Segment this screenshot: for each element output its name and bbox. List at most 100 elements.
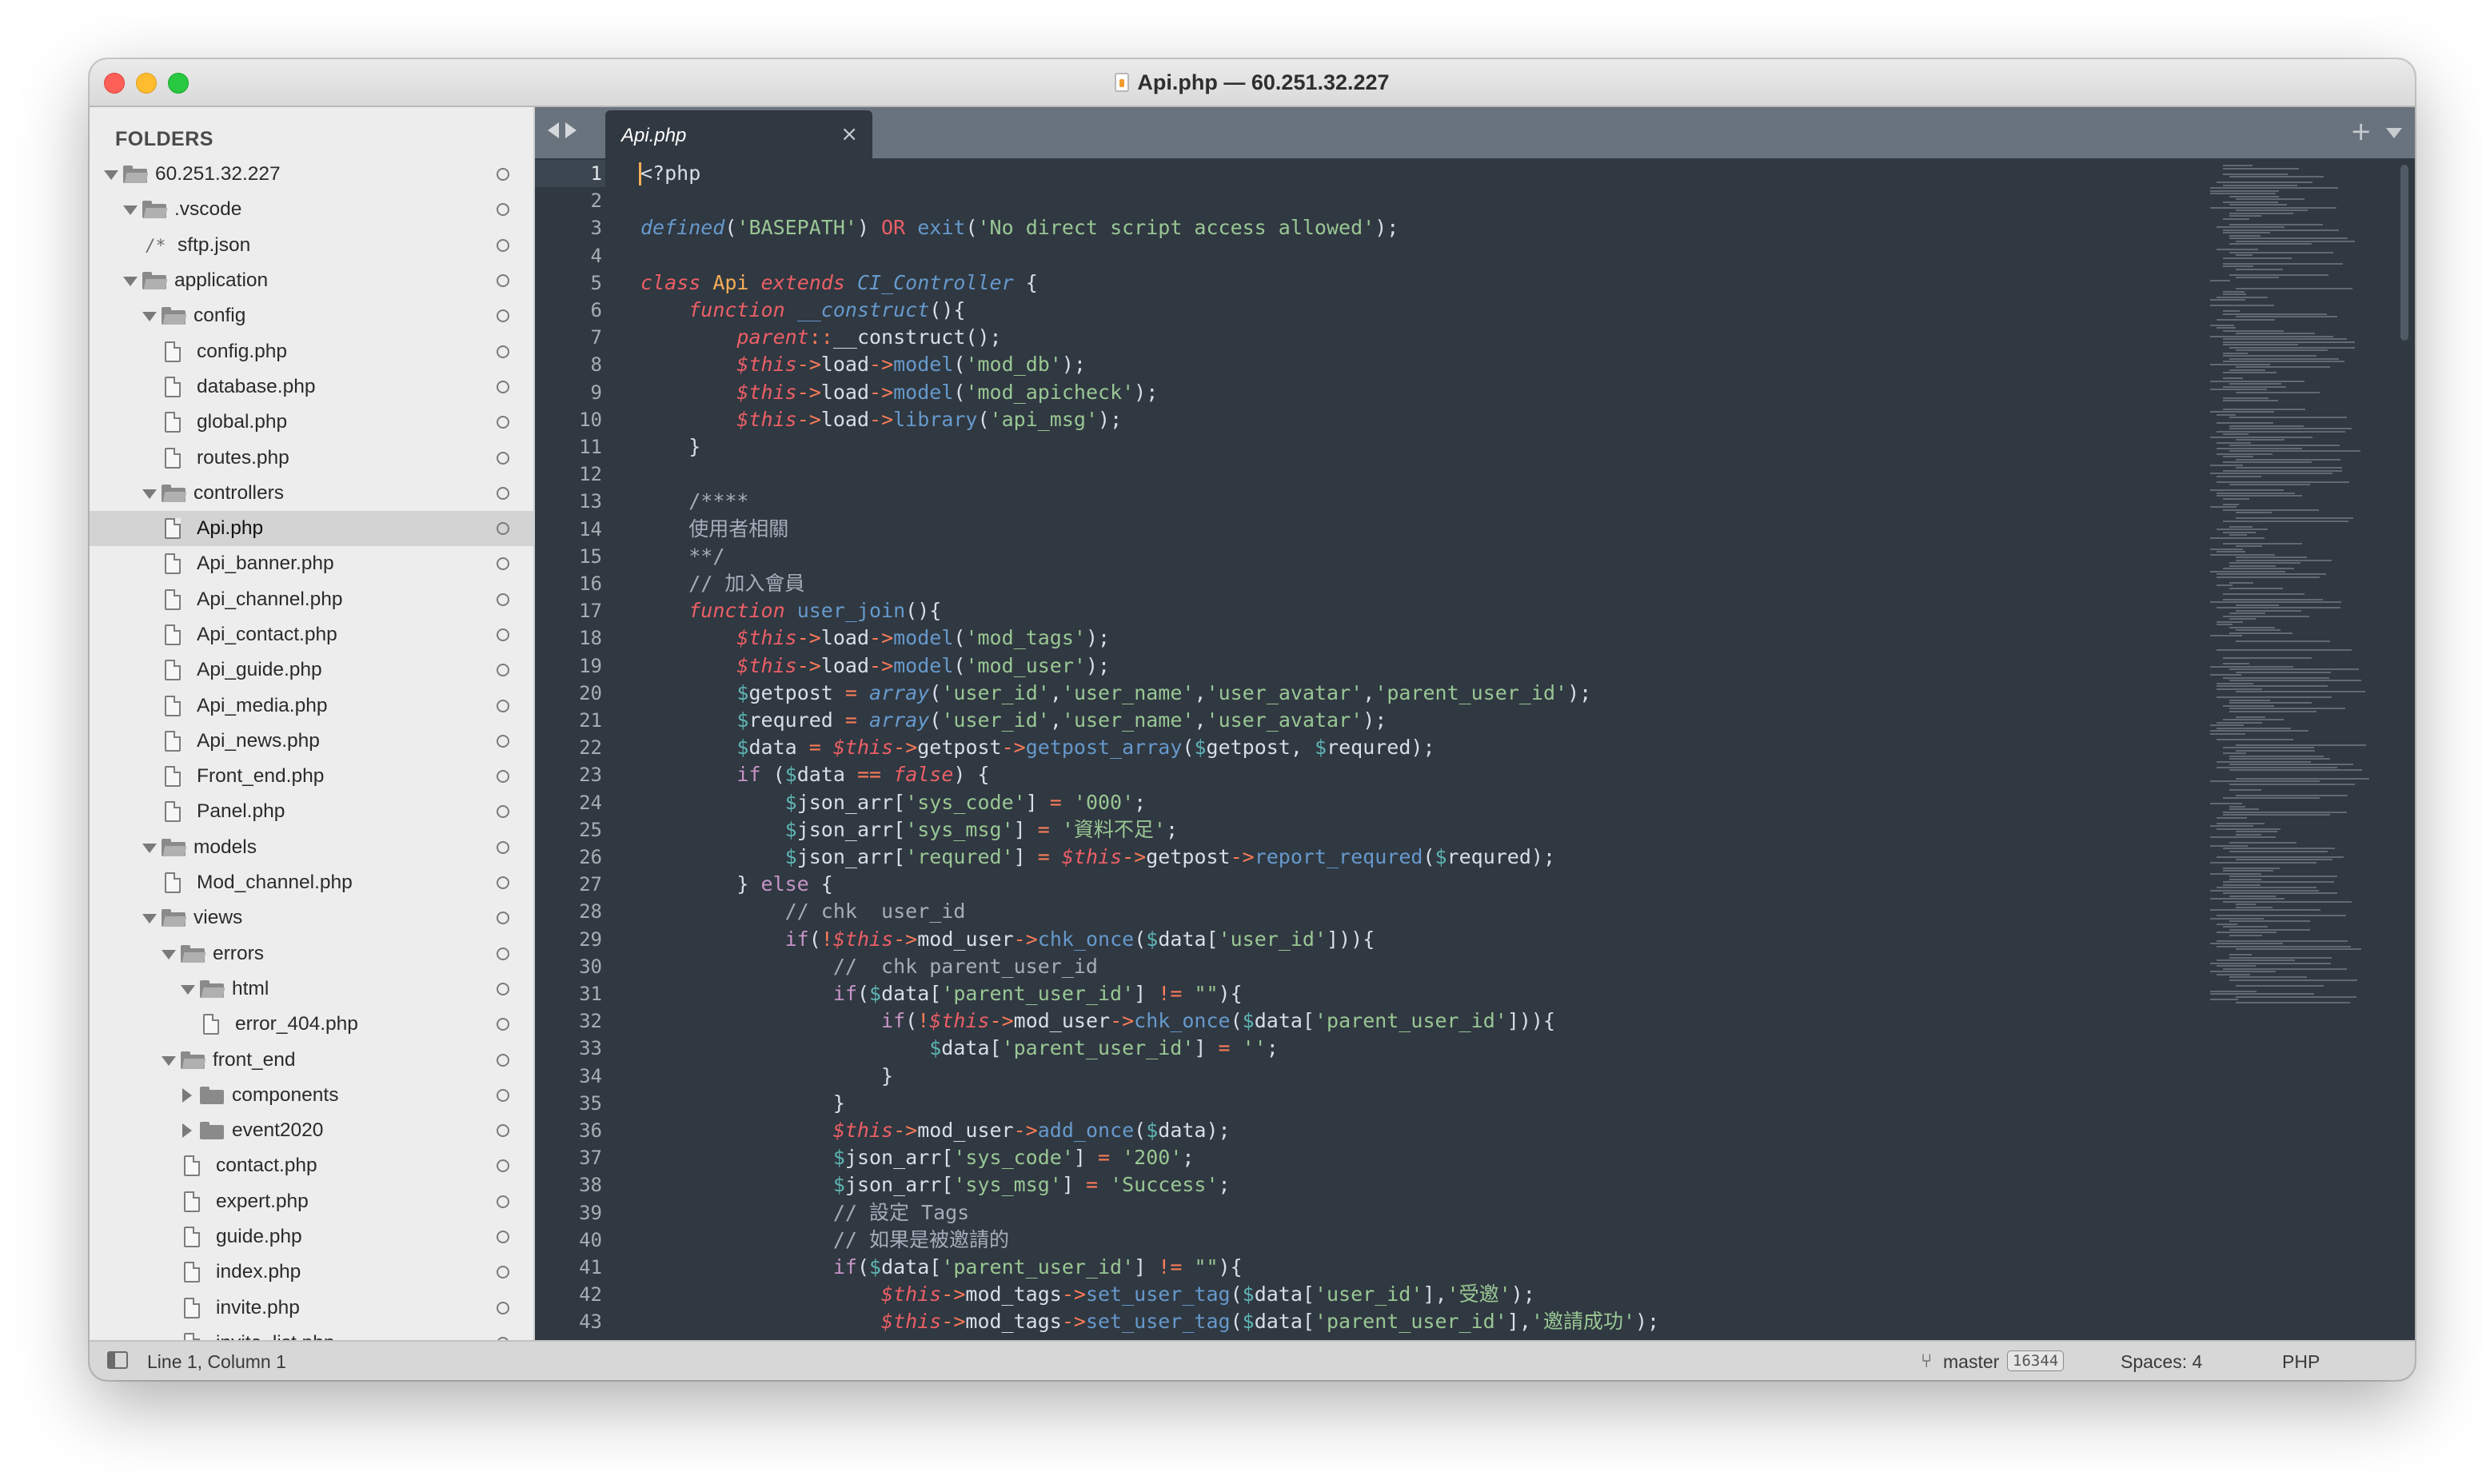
code-line[interactable]: 42 $this->mod_tags->set_user_tag($data['… bbox=[535, 1281, 2294, 1308]
code-line[interactable]: 43 $this->mod_tags->set_user_tag($data['… bbox=[535, 1308, 2294, 1335]
file-item[interactable]: index.php bbox=[90, 1255, 533, 1290]
folder-item[interactable]: models bbox=[90, 830, 533, 865]
folder-item[interactable]: 60.251.32.227 bbox=[90, 157, 533, 192]
file-item[interactable]: Front_end.php bbox=[90, 759, 533, 794]
folder-item[interactable]: components bbox=[90, 1078, 533, 1113]
syntax-selector[interactable]: PHP bbox=[2282, 1351, 2320, 1373]
folder-item[interactable]: event2020 bbox=[90, 1113, 533, 1148]
code-line[interactable]: 38 $json_arr['sys_msg'] = 'Success'; bbox=[535, 1171, 2294, 1199]
code-line[interactable]: 14 使用者相關 bbox=[535, 516, 2294, 543]
code-line[interactable]: 1 <?php bbox=[535, 160, 2294, 187]
code-line[interactable]: 41 if($data['parent_user_id'] != ""){ bbox=[535, 1254, 2294, 1281]
code-line[interactable]: 31 if($data['parent_user_id'] != ""){ bbox=[535, 980, 2294, 1007]
code-line[interactable]: 39 // 設定 Tags bbox=[535, 1199, 2294, 1227]
file-item[interactable]: guide.php bbox=[90, 1219, 533, 1255]
file-item[interactable]: contact.php bbox=[90, 1148, 533, 1183]
code-line[interactable]: 27 } else { bbox=[535, 871, 2294, 898]
minimap[interactable] bbox=[2207, 162, 2391, 1073]
folder-item[interactable]: views bbox=[90, 900, 533, 935]
code-line[interactable]: 26 $json_arr['requred'] = $this->getpost… bbox=[535, 844, 2294, 871]
file-item[interactable]: expert.php bbox=[90, 1184, 533, 1219]
file-item[interactable]: invite.php bbox=[90, 1291, 533, 1326]
code-line[interactable]: 36 $this->mod_user->add_once($data); bbox=[535, 1117, 2294, 1144]
git-branch-name[interactable]: master bbox=[1943, 1351, 1999, 1373]
folder-item[interactable]: errors bbox=[90, 936, 533, 971]
code-line[interactable]: 13 /**** bbox=[535, 488, 2294, 515]
editor-scrollbar[interactable] bbox=[2400, 165, 2408, 341]
sidebar-toggle-icon[interactable] bbox=[107, 1351, 128, 1369]
folder-item[interactable]: .vscode bbox=[90, 192, 533, 227]
code-line[interactable]: 40 // 如果是被邀請的 bbox=[535, 1227, 2294, 1254]
disclosure-closed-icon[interactable] bbox=[182, 1123, 192, 1139]
code-line[interactable]: 23 if ($data == false) { bbox=[535, 761, 2294, 788]
file-item[interactable]: routes.php bbox=[90, 440, 533, 475]
code-line[interactable]: 28 // chk user_id bbox=[535, 898, 2294, 925]
disclosure-open-icon[interactable] bbox=[181, 984, 195, 995]
file-item[interactable]: invite_list.php bbox=[90, 1326, 533, 1342]
file-item[interactable]: Api.php bbox=[90, 510, 533, 547]
file-item[interactable]: Panel.php bbox=[90, 794, 533, 829]
tab-next-arrow-icon[interactable] bbox=[565, 122, 577, 138]
code-line[interactable]: 29 if(!$this->mod_user->chk_once($data['… bbox=[535, 926, 2294, 953]
file-item[interactable]: Api_news.php bbox=[90, 724, 533, 759]
file-item[interactable]: Api_channel.php bbox=[90, 582, 533, 617]
cursor-position[interactable]: Line 1, Column 1 bbox=[147, 1351, 286, 1373]
disclosure-open-icon[interactable] bbox=[142, 312, 157, 322]
code-line[interactable]: 25 $json_arr['sys_msg'] = '資料不足'; bbox=[535, 816, 2294, 844]
indentation-setting[interactable]: Spaces: 4 bbox=[2121, 1351, 2202, 1373]
code-line[interactable]: 15 **/ bbox=[535, 543, 2294, 570]
folder-item[interactable]: config bbox=[90, 298, 533, 333]
code-line[interactable]: 12 bbox=[535, 461, 2294, 488]
code-line[interactable]: 6 function __construct(){ bbox=[535, 297, 2294, 324]
tab-api-php[interactable]: Api.php × bbox=[605, 110, 872, 158]
code-line[interactable]: 20 $getpost = array('user_id','user_name… bbox=[535, 680, 2294, 707]
code-line[interactable]: 16 // 加入會員 bbox=[535, 570, 2294, 597]
code-line[interactable]: 18 $this->load->model('mod_tags'); bbox=[535, 624, 2294, 652]
code-line[interactable]: 17 function user_join(){ bbox=[535, 597, 2294, 624]
disclosure-open-icon[interactable] bbox=[142, 489, 157, 499]
code-line[interactable]: 30 // chk parent_user_id bbox=[535, 953, 2294, 980]
file-item[interactable]: Api_media.php bbox=[90, 688, 533, 723]
code-line[interactable]: 2 bbox=[535, 187, 2294, 214]
code-line[interactable]: 22 $data = $this->getpost->getpost_array… bbox=[535, 734, 2294, 761]
file-item[interactable]: /* sftp.json bbox=[90, 228, 533, 263]
file-item[interactable]: config.php bbox=[90, 333, 533, 369]
code-line[interactable]: 37 $json_arr['sys_code'] = '200'; bbox=[535, 1144, 2294, 1171]
disclosure-open-icon[interactable] bbox=[162, 1055, 176, 1066]
tab-prev-arrow-icon[interactable] bbox=[548, 122, 559, 138]
file-item[interactable]: Mod_channel.php bbox=[90, 865, 533, 900]
code-line[interactable]: 7 parent::__construct(); bbox=[535, 324, 2294, 351]
file-item[interactable]: error_404.php bbox=[90, 1007, 533, 1042]
folder-item[interactable]: front_end bbox=[90, 1042, 533, 1077]
file-item[interactable]: global.php bbox=[90, 405, 533, 440]
folder-item[interactable]: application bbox=[90, 263, 533, 298]
code-line[interactable]: 35 } bbox=[535, 1090, 2294, 1117]
file-item[interactable]: Api_banner.php bbox=[90, 546, 533, 581]
disclosure-open-icon[interactable] bbox=[104, 170, 118, 181]
folder-item[interactable]: html bbox=[90, 971, 533, 1007]
code-line[interactable]: 32 if(!$this->mod_user->chk_once($data['… bbox=[535, 1007, 2294, 1035]
code-line[interactable]: 3 defined('BASEPATH') OR exit('No direct … bbox=[535, 214, 2294, 241]
disclosure-open-icon[interactable] bbox=[123, 277, 138, 287]
new-tab-plus-icon[interactable]: + bbox=[2350, 118, 2372, 144]
disclosure-closed-icon[interactable] bbox=[182, 1087, 192, 1103]
code-line[interactable]: 11 } bbox=[535, 433, 2294, 461]
code-line[interactable]: 4 bbox=[535, 242, 2294, 269]
file-item[interactable]: Api_guide.php bbox=[90, 652, 533, 688]
code-editor[interactable]: 1 <?php 2 3 defined('BASEPATH') OR exit('No … bbox=[535, 158, 2415, 1342]
disclosure-open-icon[interactable] bbox=[142, 843, 157, 853]
code-line[interactable]: 8 $this->load->model('mod_db'); bbox=[535, 351, 2294, 378]
code-line[interactable]: 9 $this->load->model('mod_apicheck'); bbox=[535, 379, 2294, 406]
code-line[interactable]: 10 $this->load->library('api_msg'); bbox=[535, 406, 2294, 433]
code-line[interactable]: 5 class Api extends CI_Controller { bbox=[535, 269, 2294, 297]
file-item[interactable]: database.php bbox=[90, 369, 533, 405]
disclosure-open-icon[interactable] bbox=[123, 205, 138, 216]
code-line[interactable]: 21 $requred = array('user_id','user_name… bbox=[535, 707, 2294, 734]
disclosure-open-icon[interactable] bbox=[142, 914, 157, 924]
file-item[interactable]: Api_contact.php bbox=[90, 617, 533, 652]
code-line[interactable]: 34 } bbox=[535, 1063, 2294, 1090]
chevron-down-icon[interactable] bbox=[2386, 127, 2402, 138]
code-line[interactable]: 19 $this->load->model('mod_user'); bbox=[535, 652, 2294, 680]
code-line[interactable]: 33 $data['parent_user_id'] = ''; bbox=[535, 1035, 2294, 1062]
tab-close-icon[interactable]: × bbox=[840, 122, 858, 146]
